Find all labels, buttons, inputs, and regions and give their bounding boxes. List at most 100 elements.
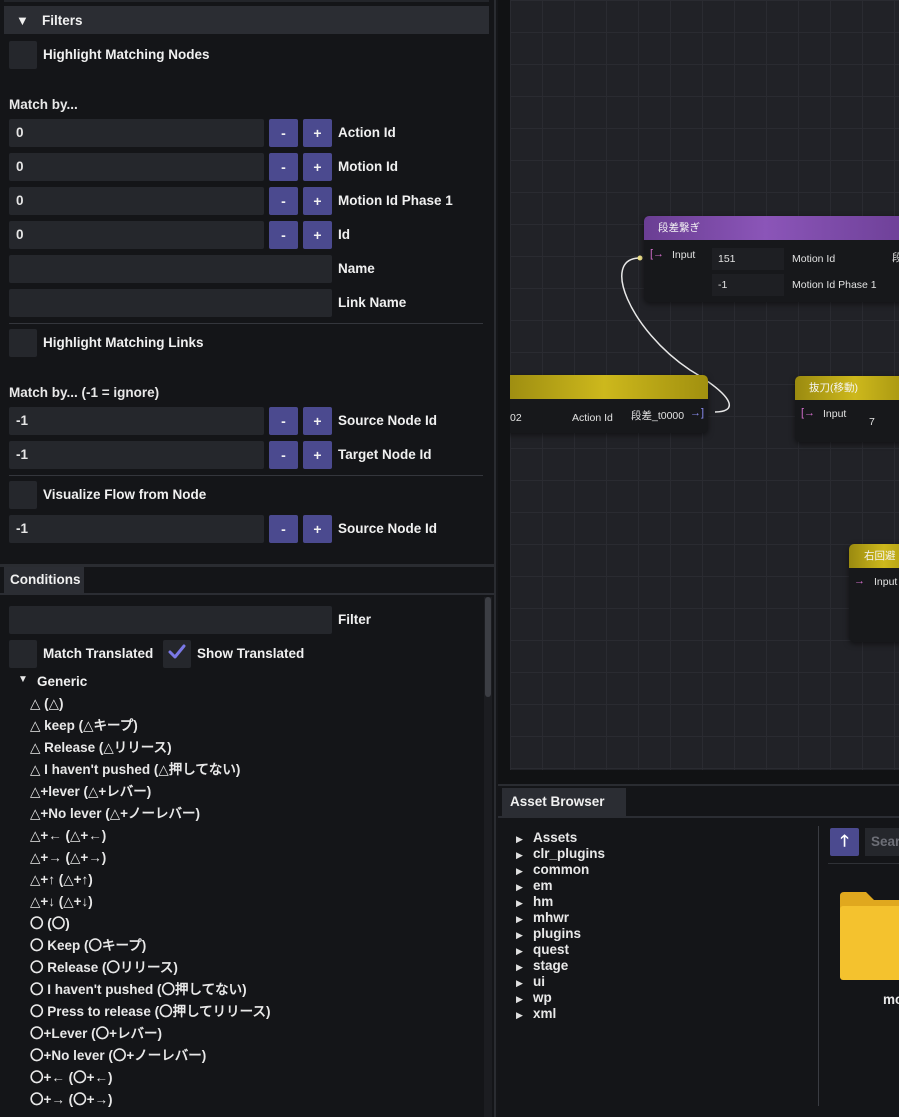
source-node-id-increment-button[interactable]: + — [303, 407, 332, 435]
condition-item[interactable]: 〇 Press to release (〇押してリリース) — [30, 1001, 270, 1023]
target-node-id-input[interactable]: -1 — [9, 441, 264, 469]
node-title — [510, 375, 708, 399]
condition-item[interactable]: △+↑ (△+↑) — [30, 869, 270, 891]
group-expand-icon[interactable]: ▼ — [18, 674, 28, 685]
condition-item[interactable]: △ Release (△リリース) — [30, 737, 270, 759]
tree-item[interactable]: ▶ wp — [516, 990, 605, 1006]
name-input[interactable] — [9, 255, 332, 283]
expand-arrow-icon[interactable]: ▶ — [516, 895, 533, 911]
expand-arrow-icon[interactable]: ▶ — [516, 911, 533, 927]
motion-id-phase1-decrement-button[interactable]: - — [269, 187, 298, 215]
expand-arrow-icon[interactable]: ▶ — [516, 975, 533, 991]
condition-item[interactable]: △+← (△+←) — [30, 825, 270, 847]
node-action-id-value[interactable]: 02 — [510, 412, 522, 424]
expand-arrow-icon[interactable]: ▶ — [516, 831, 533, 847]
flow-source-node-id-input[interactable]: -1 — [9, 515, 264, 543]
condition-item[interactable]: 〇 Keep (〇キープ) — [30, 935, 270, 957]
node-value[interactable]: 7 — [869, 416, 875, 428]
conditions-filter-input[interactable] — [9, 606, 332, 634]
condition-item[interactable]: △ (△) — [30, 693, 270, 715]
collapse-triangle-icon[interactable]: ▼ — [4, 13, 42, 28]
motion-id-phase1-increment-button[interactable]: + — [303, 187, 332, 215]
action-id-input[interactable]: 0 — [9, 119, 264, 147]
condition-item[interactable]: △ I haven't pushed (△押してない) — [30, 759, 270, 781]
flow-source-node-id-increment-button[interactable]: + — [303, 515, 332, 543]
action-id-increment-button[interactable]: + — [303, 119, 332, 147]
condition-item[interactable]: 〇+Lever (〇+レバー) — [30, 1023, 270, 1045]
tab-asset-browser[interactable]: Asset Browser — [502, 788, 626, 816]
tree-item[interactable]: ▶ common — [516, 862, 605, 878]
id-input[interactable]: 0 — [9, 221, 264, 249]
folder-icon[interactable] — [840, 888, 899, 980]
tree-item[interactable]: ▶ em — [516, 878, 605, 894]
scrollbar-thumb[interactable] — [485, 597, 491, 697]
tree-item[interactable]: ▶ xml — [516, 1006, 605, 1022]
filters-header[interactable]: ▼ Filters — [4, 6, 489, 34]
expand-arrow-icon[interactable]: ▶ — [516, 943, 533, 959]
separator — [828, 863, 899, 864]
expand-arrow-icon[interactable]: ▶ — [516, 927, 533, 943]
action-id-decrement-button[interactable]: - — [269, 119, 298, 147]
expand-arrow-icon[interactable]: ▶ — [516, 863, 533, 879]
condition-item[interactable]: △+lever (△+レバー) — [30, 781, 270, 803]
highlight-nodes-checkbox[interactable] — [9, 41, 37, 69]
condition-item[interactable]: △ keep (△キープ) — [30, 715, 270, 737]
tree-item[interactable]: ▶ clr_plugins — [516, 846, 605, 862]
group-generic-label[interactable]: Generic — [37, 674, 87, 689]
match-translated-checkbox[interactable] — [9, 640, 37, 668]
node-action[interactable]: 02 Action Id 段差_t0000 →] — [510, 375, 708, 433]
node-migi-kaihi[interactable]: 右回避 → Input — [849, 544, 899, 642]
tree-item[interactable]: ▶ quest — [516, 942, 605, 958]
tab-conditions[interactable]: Conditions — [4, 567, 84, 593]
condition-item[interactable]: 〇+→ (〇+→) — [30, 1089, 270, 1111]
condition-item[interactable]: 〇 Release (〇リリース) — [30, 957, 270, 979]
node-motion-id-value[interactable]: 151 — [718, 253, 736, 265]
id-decrement-button[interactable]: - — [269, 221, 298, 249]
node-dansa-tsunagi[interactable]: 段差繋ぎ [→ Input 151 Motion Id 段 -1 Motion … — [644, 216, 899, 302]
condition-item[interactable]: 〇+No lever (〇+ノーレバー) — [30, 1045, 270, 1067]
link-name-input[interactable] — [9, 289, 332, 317]
condition-item[interactable]: △+→ (△+→) — [30, 847, 270, 869]
target-node-id-decrement-button[interactable]: - — [269, 441, 298, 469]
condition-item[interactable]: △+↓ (△+↓) — [30, 891, 270, 913]
tree-item[interactable]: ▶ hm — [516, 894, 605, 910]
flow-source-node-id-decrement-button[interactable]: - — [269, 515, 298, 543]
conditions-scrollbar[interactable] — [484, 597, 492, 1117]
expand-arrow-icon[interactable]: ▶ — [516, 959, 533, 975]
input-pin-icon[interactable]: [→ — [650, 248, 664, 260]
visualize-flow-checkbox[interactable] — [9, 481, 37, 509]
tree-item[interactable]: ▶ plugins — [516, 926, 605, 942]
expand-arrow-icon[interactable]: ▶ — [516, 879, 533, 895]
highlight-links-checkbox[interactable] — [9, 329, 37, 357]
node-battou-idou[interactable]: 抜刀(移動) [→ Input 7 — [795, 376, 899, 442]
node-motion-phase-value[interactable]: -1 — [718, 279, 727, 291]
input-pin-icon[interactable]: [→ — [801, 407, 815, 419]
motion-id-phase1-input[interactable]: 0 — [9, 187, 264, 215]
pane-divider[interactable] — [818, 826, 819, 1106]
tree-item[interactable]: ▶ stage — [516, 958, 605, 974]
tree-item[interactable]: ▶ Assets — [516, 830, 605, 846]
id-increment-button[interactable]: + — [303, 221, 332, 249]
motion-id-increment-button[interactable]: + — [303, 153, 332, 181]
folder-label[interactable]: mc — [883, 992, 899, 1007]
condition-item[interactable]: 〇+← (〇+←) — [30, 1067, 270, 1089]
motion-id-decrement-button[interactable]: - — [269, 153, 298, 181]
output-pin-icon[interactable]: →] — [690, 407, 704, 419]
condition-item[interactable]: 〇 I haven't pushed (〇押してない) — [30, 979, 270, 1001]
tree-item[interactable]: ▶ ui — [516, 974, 605, 990]
target-node-id-increment-button[interactable]: + — [303, 441, 332, 469]
motion-id-input[interactable]: 0 — [9, 153, 264, 181]
source-node-id-input[interactable]: -1 — [9, 407, 264, 435]
condition-item[interactable]: 〇 (〇) — [30, 913, 270, 935]
source-node-id-decrement-button[interactable]: - — [269, 407, 298, 435]
expand-arrow-icon[interactable]: ▶ — [516, 847, 533, 863]
condition-item[interactable]: △+No lever (△+ノーレバー) — [30, 803, 270, 825]
expand-arrow-icon[interactable]: ▶ — [516, 991, 533, 1007]
show-translated-checkbox[interactable] — [163, 640, 191, 668]
input-pin-icon[interactable]: → — [854, 575, 865, 587]
expand-arrow-icon[interactable]: ▶ — [516, 1007, 533, 1023]
up-directory-button[interactable]: 🡑 — [830, 828, 859, 856]
node-graph-canvas[interactable]: 段差繋ぎ [→ Input 151 Motion Id 段 -1 Motion … — [510, 0, 899, 770]
asset-search-input[interactable]: Search — [865, 828, 899, 856]
tree-item[interactable]: ▶ mhwr — [516, 910, 605, 926]
